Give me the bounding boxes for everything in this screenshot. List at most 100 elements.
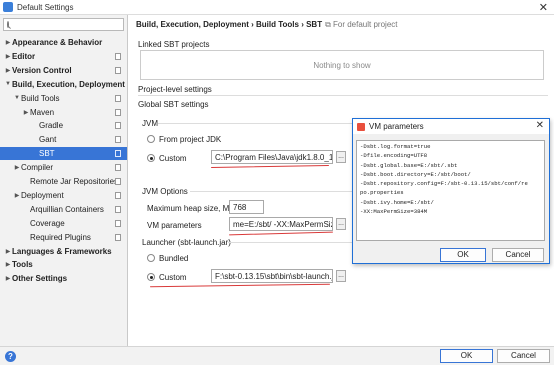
sidebar-item-editor[interactable]: ▶ Editor (0, 50, 127, 63)
ok-button[interactable]: OK (440, 349, 493, 363)
jvm-path-field[interactable]: C:\Program Files\Java\jdk1.8.0_121 (211, 150, 333, 164)
vm-parameter-line: -Dsbt.ivy.home=E:/sbt/ (360, 198, 434, 206)
sidebar-item-gant[interactable]: Gant (0, 133, 127, 146)
vm-parameter-line: po.properties (360, 189, 404, 197)
search-input[interactable] (13, 19, 123, 30)
jvm-custom-label: Custom (159, 154, 187, 163)
project-scope-icon (115, 178, 121, 185)
app-icon (3, 2, 13, 12)
project-scope-icon (115, 108, 121, 116)
project-scope-icon (115, 94, 121, 102)
empty-list-text: Nothing to show (313, 60, 371, 70)
jvm-group-label: JVM (142, 119, 158, 128)
sidebar-item-label: Other Settings (12, 274, 68, 284)
launcher-group-label: Launcher (sbt-launch.jar) (142, 238, 231, 247)
vm-parameter-line: -Dfile.encoding=UTF8 (360, 152, 428, 160)
chevron-right-icon[interactable]: ▶ (4, 248, 12, 255)
chevron-right-icon[interactable]: ▶ (22, 109, 30, 116)
sidebar-item-build-execution-deployment[interactable]: ▼ Build, Execution, Deployment (0, 78, 127, 91)
sidebar-item-label: Required Plugins (30, 232, 91, 242)
jvm-browse-button[interactable]: ... (336, 151, 346, 163)
project-scope-icon (115, 164, 121, 172)
chevron-right-icon[interactable]: ▶ (4, 67, 12, 74)
chevron-right-icon[interactable]: ▶ (4, 261, 12, 268)
sidebar-item-required-plugins[interactable]: Required Plugins (0, 231, 127, 244)
sidebar-item-label: Compiler (21, 163, 54, 173)
sidebar-item-label: Gradle (39, 121, 64, 131)
vm-parameters-dialog: VM parameters ✕ -Dsbt.log.format=true -Df… (352, 118, 550, 264)
chevron-right-icon[interactable]: ▶ (13, 164, 21, 171)
vm-dialog-ok-button[interactable]: OK (440, 248, 486, 262)
project-scope-icon (115, 150, 121, 158)
dialog-footer: ? OK Cancel (0, 346, 554, 365)
separator (138, 95, 548, 96)
settings-search[interactable] (3, 18, 124, 31)
vm-dialog-title: VM parameters (369, 122, 424, 131)
sidebar-item-languages-frameworks[interactable]: ▶ Languages & Frameworks (0, 245, 127, 258)
window-title: Default Settings (17, 2, 74, 12)
sidebar-item-build-tools[interactable]: ▼ Build Tools (0, 92, 127, 105)
project-scope-icon (115, 219, 121, 227)
heap-size-field[interactable]: 768 (229, 200, 264, 214)
launcher-bundled-radio[interactable] (147, 254, 155, 262)
sidebar-item-label: Build, Execution, Deployment (12, 79, 125, 89)
breadcrumb-scope: ⧉ For default project (325, 20, 398, 29)
sidebar-item-label: Gant (39, 135, 57, 145)
sidebar-item-version-control[interactable]: ▶ Version Control (0, 64, 127, 77)
project-scope-icon (115, 52, 121, 60)
sidebar-item-label: Build Tools (21, 93, 60, 103)
vm-params-label: VM parameters (147, 221, 202, 230)
sidebar-item-label: Arquillian Containers (30, 204, 104, 214)
chevron-right-icon[interactable]: ▶ (4, 275, 12, 282)
sidebar-item-gradle[interactable]: Gradle (0, 119, 127, 132)
chevron-down-icon[interactable]: ▼ (13, 95, 21, 101)
jvm-from-project-label: From project JDK (159, 135, 222, 144)
breadcrumb-path: Build, Execution, Deployment › Build Too… (136, 20, 323, 29)
cancel-button[interactable]: Cancel (497, 349, 550, 363)
chevron-down-icon[interactable]: ▼ (4, 81, 12, 87)
launcher-custom-radio[interactable] (147, 273, 155, 281)
vm-dialog-cancel-button[interactable]: Cancel (492, 248, 544, 262)
chevron-right-icon[interactable]: ▶ (13, 192, 21, 199)
jvm-options-label: JVM Options (142, 187, 188, 196)
vm-parameter-line: -Dsbt.boot.directory=E:/sbt/boot/ (360, 170, 471, 178)
sidebar-item-other-settings[interactable]: ▶ Other Settings (0, 272, 127, 285)
search-icon (7, 21, 9, 28)
close-icon[interactable]: ✕ (536, 120, 544, 131)
annotation-underline (150, 283, 330, 288)
sidebar-item-maven[interactable]: ▶ Maven (0, 106, 127, 119)
vm-params-expand-button[interactable]: ... (336, 218, 346, 230)
vm-dialog-titlebar: VM parameters ✕ (353, 119, 549, 134)
project-scope-icon (115, 66, 121, 74)
sidebar-item-compiler[interactable]: ▶ Compiler (0, 161, 127, 174)
sidebar-item-appearance-behavior[interactable]: ▶ Appearance & Behavior (0, 36, 127, 49)
chevron-right-icon[interactable]: ▶ (4, 39, 12, 46)
vm-params-field[interactable]: me=E:/sbt/ -XX:MaxPermSize=384M (229, 217, 333, 231)
window-close-icon[interactable]: ✕ (539, 1, 548, 14)
sidebar-item-tools[interactable]: ▶ Tools (0, 258, 127, 271)
jvm-from-project-radio[interactable] (147, 135, 155, 143)
sidebar-item-label: SBT (39, 149, 55, 159)
launcher-browse-button[interactable]: ... (336, 270, 346, 282)
sidebar-item-label: Version Control (12, 65, 72, 75)
sidebar-item-remote-jar-repositories[interactable]: Remote Jar Repositories (0, 175, 127, 188)
sidebar-item-label: Tools (12, 260, 33, 270)
launcher-bundled-label: Bundled (159, 254, 189, 263)
sidebar-item-deployment[interactable]: ▶ Deployment (0, 189, 127, 202)
launcher-path-field[interactable]: F:\sbt-0.13.15\sbt\bin\sbt-launch.jar (211, 269, 333, 283)
vm-parameters-textarea[interactable]: -Dsbt.log.format=true -Dfile.encoding=UTF… (356, 140, 545, 241)
vm-parameter-line: -Dsbt.repository.config=F:/sbt-0.13.15/s… (360, 180, 528, 188)
sidebar-item-label: Coverage (30, 218, 65, 228)
help-icon[interactable]: ? (5, 351, 16, 362)
sidebar-item-arquillian-containers[interactable]: Arquillian Containers (0, 203, 127, 216)
window-titlebar: Default Settings ✕ (0, 0, 554, 15)
chevron-right-icon[interactable]: ▶ (4, 53, 12, 60)
project-scope-icon (115, 191, 121, 199)
dialog-app-icon (357, 122, 365, 131)
sidebar-item-sbt[interactable]: SBT (0, 147, 127, 161)
jvm-custom-radio[interactable] (147, 154, 155, 162)
vm-parameter-line: -XX:MaxPermSize=384M (360, 208, 428, 216)
linked-projects-list[interactable]: Nothing to show (140, 50, 544, 80)
sidebar-item-label: Languages & Frameworks (12, 246, 112, 256)
sidebar-item-coverage[interactable]: Coverage (0, 217, 127, 230)
